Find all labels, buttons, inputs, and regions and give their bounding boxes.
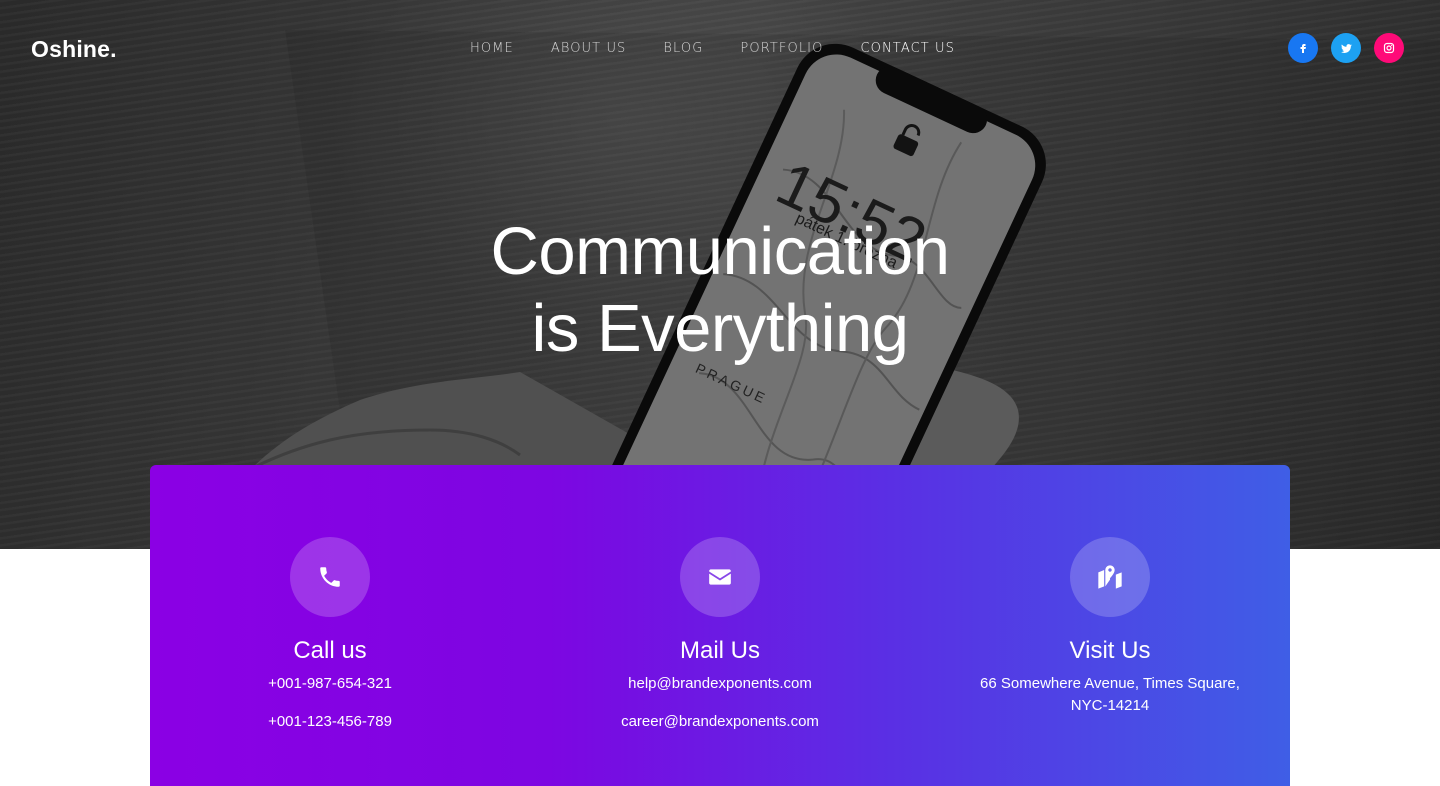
- call-us-title: Call us: [293, 637, 367, 664]
- phone-number-2[interactable]: +001-123-456-789: [150, 711, 510, 733]
- facebook-icon: [1300, 44, 1306, 53]
- nav-item-home[interactable]: HOME: [470, 41, 514, 56]
- phone-icon: [320, 567, 340, 587]
- nav-item-about-us[interactable]: ABOUT US: [551, 41, 627, 56]
- visit-us-title: Visit Us: [1069, 637, 1151, 664]
- contact-info-card: Call us +001-987-654-321 +001-123-456-78…: [150, 465, 1290, 786]
- address-line-1: 66 Somewhere Avenue, Times Square,: [980, 675, 1240, 692]
- hero-title-line-1: Communication: [490, 214, 950, 289]
- envelope-icon-circle: [680, 537, 760, 617]
- email-address-2[interactable]: career@brandexponents.com: [540, 711, 900, 733]
- email-address-1[interactable]: help@brandexponents.com: [540, 673, 900, 695]
- map-marker-icon: [1098, 565, 1122, 589]
- twitter-link[interactable]: [1331, 33, 1361, 63]
- nav-item-contact-us[interactable]: CONTACT US: [860, 41, 955, 56]
- mail-us-column: Mail Us help@brandexponents.com career@b…: [540, 537, 900, 733]
- instagram-icon: [1383, 42, 1395, 54]
- hero-title-line-2: is Everything: [531, 291, 909, 366]
- nav-item-portfolio[interactable]: PORTFOLIO: [740, 41, 823, 56]
- visit-us-column: Visit Us 66 Somewhere Avenue, Times Squa…: [930, 537, 1290, 717]
- hero-title: Communication is Everything: [420, 213, 1020, 367]
- map-marker-icon-circle: [1070, 537, 1150, 617]
- twitter-icon: [1340, 43, 1352, 53]
- envelope-icon: [709, 569, 731, 585]
- address-text: 66 Somewhere Avenue, Times Square, NYC-1…: [930, 673, 1290, 717]
- address-line-2: NYC-14214: [1070, 697, 1150, 714]
- social-links: [1288, 33, 1404, 63]
- mail-us-title: Mail Us: [679, 637, 760, 664]
- main-navigation: HOME ABOUT US BLOG PORTFOLIO CONTACT US: [470, 41, 992, 56]
- instagram-link[interactable]: [1374, 33, 1404, 63]
- phone-number-1[interactable]: +001-987-654-321: [150, 673, 510, 695]
- phone-icon-circle: [290, 537, 370, 617]
- call-us-column: Call us +001-987-654-321 +001-123-456-78…: [150, 537, 510, 733]
- nav-item-blog[interactable]: BLOG: [663, 41, 703, 56]
- facebook-link[interactable]: [1288, 33, 1318, 63]
- site-logo[interactable]: Oshine.: [31, 36, 117, 63]
